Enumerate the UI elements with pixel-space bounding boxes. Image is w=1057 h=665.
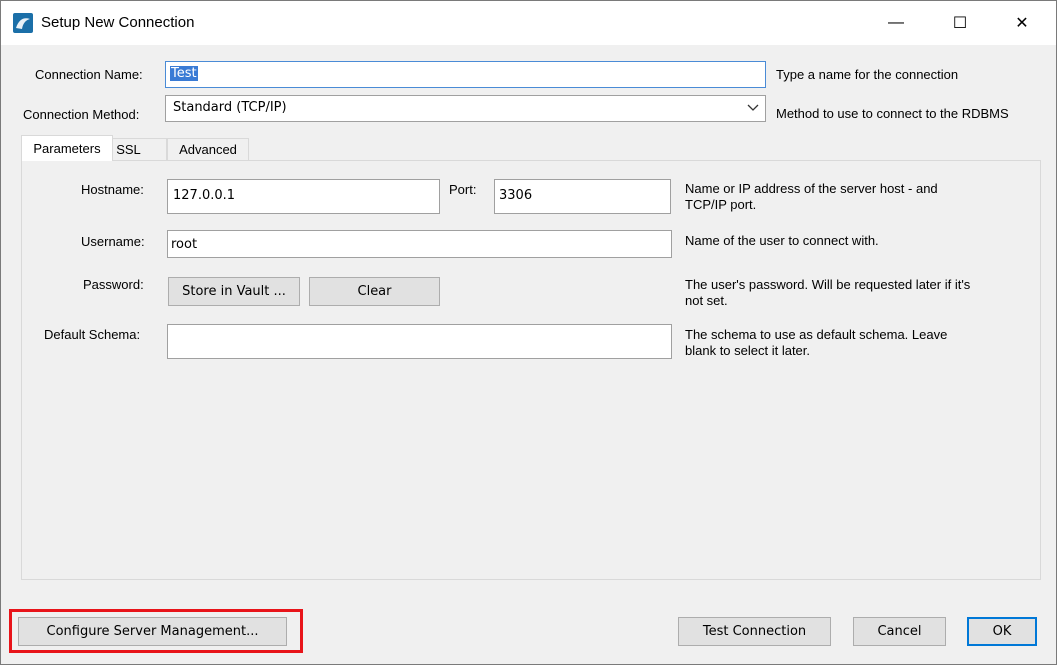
- window-title: Setup New Connection: [41, 14, 195, 31]
- username-input[interactable]: root: [167, 230, 672, 258]
- hostname-input[interactable]: 127.0.0.1: [167, 179, 440, 214]
- clear-password-label: Clear: [357, 284, 392, 299]
- clear-password-button[interactable]: Clear: [309, 277, 440, 306]
- test-connection-label: Test Connection: [702, 624, 807, 639]
- connection-name-hint: Type a name for the connection: [776, 67, 959, 82]
- username-label: Username:: [81, 234, 145, 249]
- close-icon: ✕: [1015, 15, 1029, 32]
- cancel-label: Cancel: [877, 624, 922, 639]
- test-connection-button[interactable]: Test Connection: [678, 617, 831, 646]
- store-in-vault-label: Store in Vault ...: [182, 284, 286, 299]
- mysql-workbench-icon: [13, 13, 33, 33]
- port-value: 3306: [499, 188, 533, 203]
- hostname-hint: Name or IP address of the server host - …: [685, 181, 938, 213]
- password-hint-line-2: not set.: [685, 293, 728, 308]
- hostname-label: Hostname:: [81, 182, 144, 197]
- ok-button[interactable]: OK: [967, 617, 1037, 646]
- password-hint-line-1: The user's password. Will be requested l…: [685, 277, 971, 292]
- chevron-down-icon: [747, 101, 759, 118]
- connection-method-hint: Method to use to connect to the RDBMS: [776, 106, 1009, 121]
- connection-name-value: Test: [170, 66, 198, 81]
- connection-method-select[interactable]: Standard (TCP/IP): [165, 95, 766, 122]
- title-bar: Setup New Connection — ☐ ✕: [1, 1, 1056, 45]
- tab-parameters[interactable]: Parameters: [21, 135, 113, 161]
- highlight-annotation: [9, 609, 303, 653]
- default-schema-input[interactable]: [167, 324, 672, 359]
- parameters-panel: [21, 160, 1041, 580]
- close-button[interactable]: ✕: [999, 1, 1045, 45]
- password-hint: The user's password. Will be requested l…: [685, 277, 970, 309]
- store-in-vault-button[interactable]: Store in Vault ...: [168, 277, 300, 306]
- default-schema-hint-line-1: The schema to use as default schema. Lea…: [685, 327, 948, 342]
- ok-label: OK: [992, 624, 1012, 639]
- maximize-button[interactable]: ☐: [937, 1, 983, 45]
- hostname-hint-line-1: Name or IP address of the server host - …: [685, 181, 938, 196]
- minimize-icon: —: [888, 14, 904, 31]
- default-schema-hint: The schema to use as default schema. Lea…: [685, 327, 947, 359]
- maximize-icon: ☐: [952, 15, 968, 32]
- port-input[interactable]: 3306: [494, 179, 671, 214]
- default-schema-label: Default Schema:: [44, 327, 141, 342]
- tab-ssl-label: SSL: [116, 142, 141, 157]
- port-label: Port:: [449, 182, 477, 197]
- tab-ssl[interactable]: SSL: [113, 138, 167, 160]
- hostname-hint-line-2: TCP/IP port.: [685, 197, 757, 212]
- tab-advanced[interactable]: Advanced: [167, 138, 249, 160]
- connection-name-input[interactable]: Test: [165, 61, 766, 88]
- connection-name-label: Connection Name:: [35, 67, 143, 82]
- tab-parameters-label: Parameters: [33, 141, 101, 156]
- hostname-value: 127.0.0.1: [173, 188, 236, 203]
- tab-advanced-label: Advanced: [179, 142, 237, 157]
- cancel-button[interactable]: Cancel: [853, 617, 946, 646]
- connection-method-label: Connection Method:: [23, 107, 140, 122]
- setup-connection-dialog: Setup New Connection — ☐ ✕ Connection Na…: [0, 0, 1057, 665]
- username-hint: Name of the user to connect with.: [685, 233, 879, 248]
- username-value: root: [171, 237, 198, 252]
- connection-method-value: Standard (TCP/IP): [173, 100, 287, 115]
- default-schema-hint-line-2: blank to select it later.: [685, 343, 811, 358]
- password-label: Password:: [83, 277, 144, 292]
- minimize-button[interactable]: —: [873, 1, 919, 45]
